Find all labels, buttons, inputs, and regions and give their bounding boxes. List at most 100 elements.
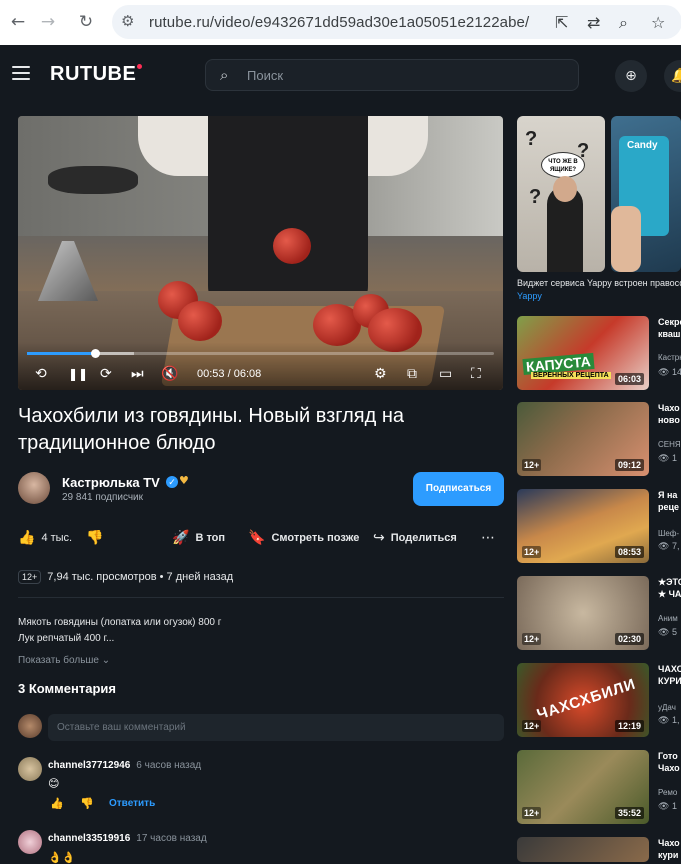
rec-view-count: 7, bbox=[671, 541, 680, 551]
more-button[interactable]: ⋯ bbox=[481, 530, 501, 546]
rutube-logo[interactable]: RUTUBE bbox=[50, 63, 143, 86]
share-button[interactable]: ↪ Поделиться bbox=[373, 530, 457, 546]
rec-channel[interactable]: Ремо bbox=[658, 788, 677, 797]
rewind-10-icon[interactable]: ⟲ bbox=[35, 366, 47, 382]
rec-views: 👁 1, bbox=[658, 715, 679, 726]
more-icon: ⋯ bbox=[481, 530, 495, 546]
watch-later-button[interactable]: 🔖 Смотреть позже bbox=[248, 530, 359, 546]
time-display: 00:53 / 06:08 bbox=[197, 368, 262, 380]
upload-icon[interactable]: ⊕ bbox=[615, 60, 647, 92]
reload-icon[interactable]: ↻ bbox=[76, 12, 96, 32]
short-pack-text: Candy bbox=[627, 140, 658, 151]
rec-channel[interactable]: Аним bbox=[658, 614, 678, 623]
rec-channel[interactable]: СЕНЯ bbox=[658, 440, 681, 449]
top-label: В топ bbox=[195, 532, 226, 544]
rocket-icon: 🚀 bbox=[172, 530, 190, 546]
upload-date: 7 дней назад bbox=[166, 571, 234, 583]
comment-avatar[interactable] bbox=[18, 757, 42, 781]
rec-title-line: Чахо bbox=[658, 403, 680, 413]
rec-thumbnail[interactable]: 12+ 08:53 bbox=[517, 489, 649, 563]
site-settings-icon[interactable]: ⚙ bbox=[121, 12, 134, 30]
show-more-link[interactable]: Показать больше ⌄ bbox=[18, 655, 110, 666]
rec-channel[interactable]: уДач bbox=[658, 703, 676, 712]
comment-text: 👌👌 bbox=[48, 851, 76, 864]
rec-thumbnail[interactable]: ЧАХСХБИЛИ 12+ 12:19 bbox=[517, 663, 649, 737]
like-button[interactable]: 👍 4 тыс. bbox=[18, 530, 72, 546]
short-card[interactable]: ??? ЧТО ЖЕ В ЯЩИКЕ? bbox=[517, 116, 605, 272]
forward-icon[interactable]: → bbox=[38, 12, 58, 32]
subscribe-button[interactable]: Подписаться bbox=[413, 472, 504, 506]
rec-channel[interactable]: Шеф- bbox=[658, 529, 679, 538]
rec-title[interactable]: Гото Чахо bbox=[658, 750, 680, 774]
rec-thumbnail[interactable]: 12+ 02:30 bbox=[517, 576, 649, 650]
back-icon[interactable]: ← bbox=[8, 12, 28, 32]
shorts-source[interactable]: Yappy bbox=[517, 291, 542, 301]
rec-title[interactable]: Чахо ново bbox=[658, 402, 680, 426]
channel-name[interactable]: Кастрюлька TV bbox=[62, 475, 160, 490]
shorts-caption[interactable]: Виджет сервиса Yappy встроен правосо bbox=[517, 278, 681, 288]
comment-text: 😊 bbox=[48, 777, 60, 790]
channel-avatar[interactable] bbox=[18, 472, 50, 504]
top-button[interactable]: 🚀 В топ bbox=[172, 530, 225, 546]
player-controls bbox=[18, 342, 503, 390]
comments-title: 3 Комментария bbox=[18, 681, 116, 696]
mute-icon[interactable]: 🔇 bbox=[161, 366, 178, 382]
comment-user[interactable]: channel33519916 bbox=[48, 833, 130, 844]
comment-user[interactable]: channel37712946 bbox=[48, 760, 130, 771]
open-in-app-icon[interactable]: ⇱ bbox=[555, 13, 568, 32]
rec-title[interactable]: Я на реце bbox=[658, 489, 679, 513]
rec-title-line: ЧАХО bbox=[658, 664, 681, 674]
comment-input[interactable]: Оставьте ваш комментарий bbox=[48, 714, 504, 741]
rec-title-line: Чахо bbox=[658, 763, 680, 773]
next-icon[interactable]: ⏭ bbox=[131, 366, 144, 382]
bookmark-star-icon[interactable]: ☆ bbox=[651, 13, 665, 32]
translate-icon[interactable]: ⇄ bbox=[587, 13, 600, 32]
eye-icon: 👁 bbox=[658, 541, 672, 551]
url-text[interactable]: rutube.ru/video/e9432671dd59ad30e1a05051… bbox=[149, 14, 529, 31]
short-bubble-text: ЧТО ЖЕ В ЯЩИКЕ? bbox=[541, 152, 585, 178]
rec-title-line: Я на bbox=[658, 490, 678, 500]
search-placeholder: Поиск bbox=[247, 68, 284, 83]
comment-like-icon[interactable]: 👍 bbox=[50, 797, 64, 810]
eye-icon: 👁 bbox=[658, 801, 672, 811]
video-player[interactable]: ⟲ ❚❚ ⟳ ⏭ 🔇 00:53 / 06:08 ⚙ ⧉ ▭ ⛶ bbox=[18, 116, 503, 390]
menu-icon[interactable] bbox=[12, 66, 30, 80]
miniplayer-icon[interactable]: ⧉ bbox=[407, 366, 417, 382]
comment-avatar[interactable] bbox=[18, 830, 42, 854]
settings-icon[interactable]: ⚙ bbox=[374, 366, 387, 382]
reply-button[interactable]: Ответить bbox=[109, 798, 155, 809]
video-title: Чахохбили из говядины. Новый взгляд на т… bbox=[18, 405, 405, 454]
search-input[interactable]: ⌕ Поиск bbox=[205, 59, 579, 91]
rec-title[interactable]: Чахо кури bbox=[658, 837, 680, 861]
rec-title[interactable]: ЧАХО КУРИ bbox=[658, 663, 681, 687]
zoom-icon[interactable]: ⌕ bbox=[619, 13, 628, 33]
dislike-button[interactable]: 👎 bbox=[86, 530, 109, 546]
share-icon: ↪ bbox=[373, 530, 385, 546]
rec-thumbnail[interactable] bbox=[517, 837, 649, 862]
description-line: Мякоть говядины (лопатка или огузок) 800… bbox=[18, 617, 222, 628]
rec-views: 👁 1 bbox=[658, 453, 677, 464]
rec-thumbnail[interactable]: 12+ 09:12 bbox=[517, 402, 649, 476]
rec-thumbnail[interactable]: 12+ 35:52 bbox=[517, 750, 649, 824]
rec-thumbnail[interactable]: КАПУСТА ВЕРЕННЫХ РЕЦЕПТА 06:03 bbox=[517, 316, 649, 390]
age-rating: 12+ bbox=[18, 570, 42, 584]
pause-icon[interactable]: ❚❚ bbox=[68, 366, 88, 382]
rec-title-line: кури bbox=[658, 850, 679, 860]
rec-view-count: 5 bbox=[671, 627, 677, 637]
rec-channel[interactable]: Кастрю bbox=[658, 353, 681, 362]
share-label: Поделиться bbox=[390, 532, 457, 544]
rec-title[interactable]: Секре кваш bbox=[658, 316, 681, 340]
comment-time: 17 часов назад bbox=[136, 833, 207, 844]
short-card[interactable]: Candy bbox=[611, 116, 681, 272]
eye-icon: 👁 bbox=[658, 367, 672, 377]
rec-title[interactable]: ★ЭТО ★ ЧА bbox=[658, 576, 681, 600]
browser-toolbar: ← → ↻ ⚙ rutube.ru/video/e9432671dd59ad30… bbox=[0, 0, 681, 45]
fullscreen-icon[interactable]: ⛶ bbox=[471, 366, 481, 382]
comment-dislike-icon[interactable]: 👎 bbox=[80, 797, 94, 810]
forward-10-icon[interactable]: ⟳ bbox=[100, 366, 112, 382]
address-bar[interactable]: ⚙ rutube.ru/video/e9432671dd59ad30e1a050… bbox=[112, 5, 681, 39]
progress-bar[interactable] bbox=[27, 349, 494, 358]
rec-title-line: ★ЭТО bbox=[658, 577, 681, 587]
theater-mode-icon[interactable]: ▭ bbox=[439, 366, 452, 382]
thumbs-up-icon: 👍 bbox=[18, 530, 36, 546]
